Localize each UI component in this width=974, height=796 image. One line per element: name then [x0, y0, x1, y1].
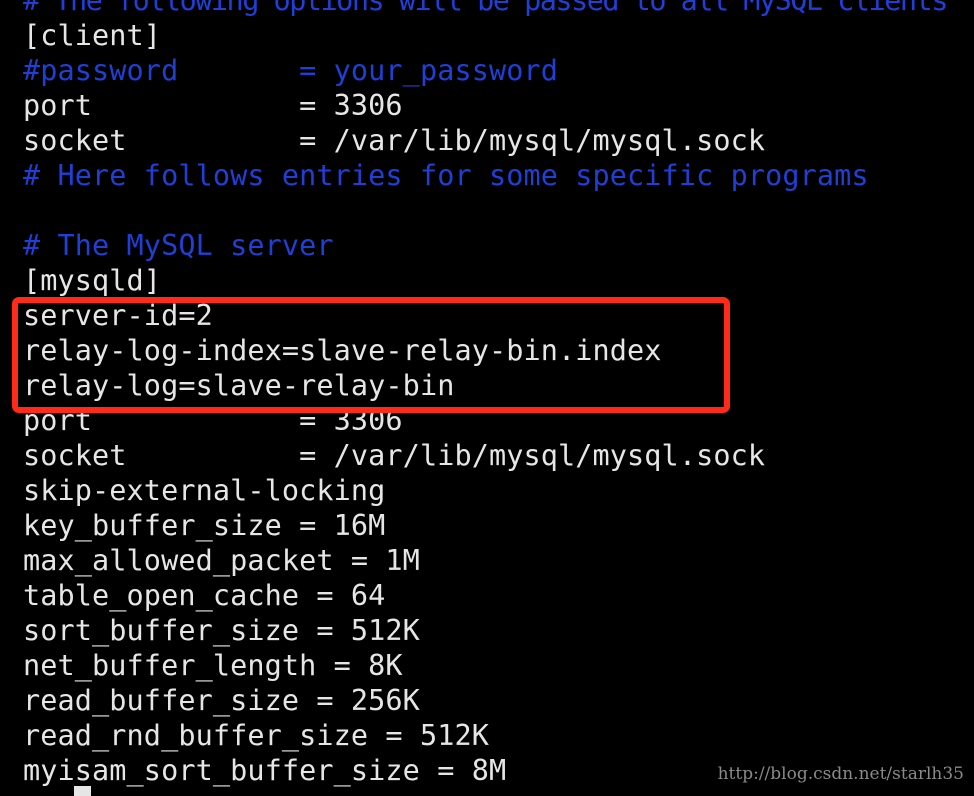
config-line: key_buffer_size = 16M	[23, 509, 386, 542]
config-line: skip-external-locking	[23, 474, 386, 507]
config-comment-line: #password = your_password	[23, 54, 559, 87]
config-line: [mysqld]	[23, 264, 162, 297]
watermark: http://blog.csdn.net/starlh35	[717, 764, 964, 784]
config-line: socket = /var/lib/mysql/mysql.sock	[23, 124, 766, 157]
config-line: table_open_cache = 64	[23, 579, 386, 612]
config-line: net_buffer_length = 8K	[23, 649, 403, 682]
config-line: max_allowed_packet = 1M	[23, 544, 420, 577]
config-line: read_buffer_size = 256K	[23, 684, 420, 717]
config-line: socket = /var/lib/mysql/mysql.sock	[23, 439, 766, 472]
config-comment-line: # The MySQL server	[23, 229, 334, 262]
config-comment-line: # Here follows entries for some specific…	[23, 159, 869, 192]
highlight-box	[12, 297, 730, 413]
config-line: sort_buffer_size = 512K	[23, 614, 420, 647]
config-line: myisam_sort_buffer_size = 8M	[23, 754, 507, 787]
config-comment-line: # The following options will be passed t…	[23, 0, 948, 17]
config-line: read_rnd_buffer_size = 512K	[23, 719, 489, 752]
text-cursor	[74, 786, 91, 796]
config-line: port = 3306	[23, 89, 403, 122]
config-line: [client]	[23, 19, 162, 52]
